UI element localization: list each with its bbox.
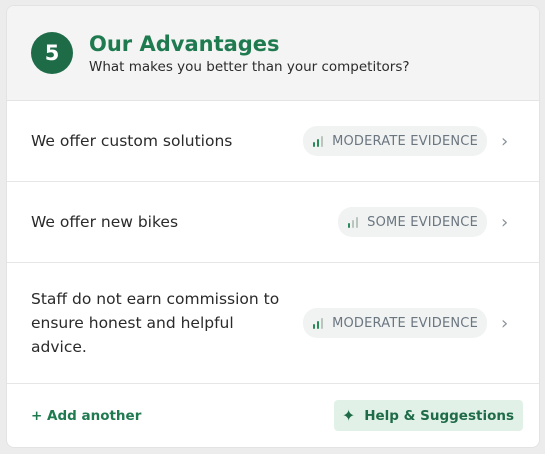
chevron-right-icon[interactable]: ›	[501, 131, 511, 152]
advantage-text: We offer custom solutions	[31, 132, 233, 150]
advantages-card: 5 Our Advantages What makes you better t…	[6, 5, 540, 448]
signal-bars-icon	[313, 317, 324, 329]
chevron-right-icon[interactable]: ›	[501, 212, 511, 233]
evidence-label: MODERATE EVIDENCE	[332, 133, 478, 149]
evidence-label: MODERATE EVIDENCE	[332, 315, 478, 331]
section-title: Our Advantages	[89, 31, 280, 56]
evidence-label: SOME EVIDENCE	[367, 214, 478, 230]
signal-bars-icon	[348, 216, 359, 228]
chevron-right-icon[interactable]: ›	[501, 313, 511, 334]
card-footer: + Add another ✦ Help & Suggestions	[7, 384, 539, 447]
advantage-row[interactable]: Staff do not earn commission to ensure h…	[7, 263, 539, 384]
section-subtitle: What makes you better than your competit…	[89, 58, 410, 75]
evidence-badge[interactable]: MODERATE EVIDENCE	[303, 308, 487, 338]
help-suggestions-button[interactable]: ✦ Help & Suggestions	[333, 400, 523, 431]
advantage-row[interactable]: We offer custom solutions MODERATE EVIDE…	[7, 101, 539, 182]
signal-bars-icon	[313, 135, 324, 147]
evidence-badge[interactable]: MODERATE EVIDENCE	[303, 126, 487, 156]
evidence-badge[interactable]: SOME EVIDENCE	[338, 207, 487, 237]
section-header: 5 Our Advantages What makes you better t…	[7, 6, 539, 101]
add-another-link[interactable]: + Add another	[31, 408, 141, 424]
sparkle-icon: ✦	[341, 405, 356, 425]
advantage-row[interactable]: We offer new bikes SOME EVIDENCE ›	[7, 182, 539, 263]
header-text: Our Advantages What makes you better tha…	[89, 31, 410, 76]
help-label: Help & Suggestions	[364, 407, 514, 424]
advantage-text: Staff do not earn commission to ensure h…	[31, 290, 280, 356]
advantage-text: We offer new bikes	[31, 213, 179, 231]
step-number-badge: 5	[31, 32, 73, 74]
